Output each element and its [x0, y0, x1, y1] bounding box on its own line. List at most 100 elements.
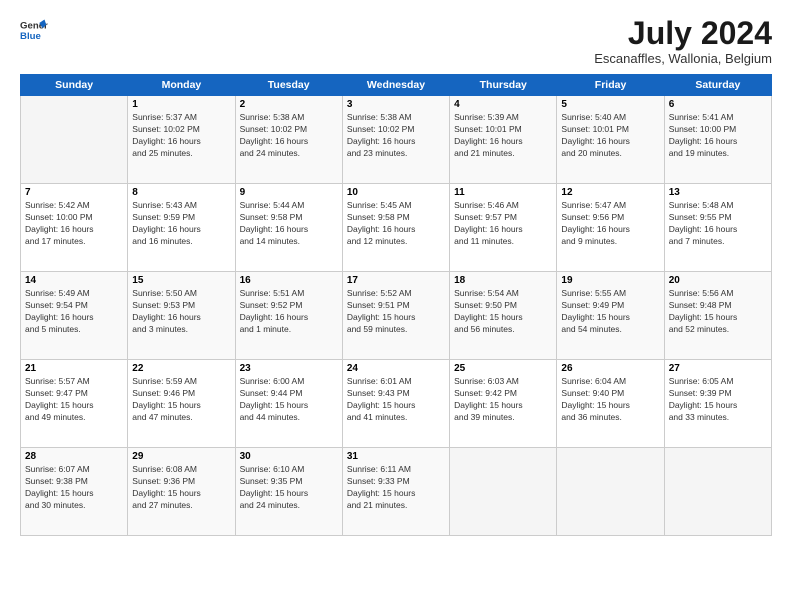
day-number: 6 — [669, 99, 767, 110]
day-info: Sunrise: 5:57 AM Sunset: 9:47 PM Dayligh… — [25, 376, 123, 424]
day-number: 31 — [347, 451, 445, 462]
day-number: 20 — [669, 275, 767, 286]
table-row: 5Sunrise: 5:40 AM Sunset: 10:01 PM Dayli… — [557, 96, 664, 184]
logo: General Blue — [20, 16, 48, 44]
day-info: Sunrise: 5:44 AM Sunset: 9:58 PM Dayligh… — [240, 200, 338, 248]
table-row: 7 Sunrise: 5:42 AM Sunset: 10:00 PM Dayli… — [21, 184, 128, 272]
col-saturday: Saturday — [664, 75, 771, 96]
table-row — [557, 448, 664, 536]
day-number: 18 — [454, 275, 552, 286]
day-number: 1 — [132, 99, 230, 110]
day-info: Sunrise: 5:46 AM Sunset: 9:57 PM Dayligh… — [454, 200, 552, 248]
table-row: 24 Sunrise: 6:01 AM Sunset: 9:43 PM Dayli… — [342, 360, 449, 448]
calendar-header-row: Sunday Monday Tuesday Wednesday Thursday… — [21, 75, 772, 96]
day-info: Sunrise: 5:43 AM Sunset: 9:59 PM Dayligh… — [132, 200, 230, 248]
day-info: Sunrise: 6:08 AM Sunset: 9:36 PM Dayligh… — [132, 464, 230, 512]
col-thursday: Thursday — [450, 75, 557, 96]
day-number: 26 — [561, 363, 659, 374]
table-row: 4Sunrise: 5:39 AM Sunset: 10:01 PM Dayli… — [450, 96, 557, 184]
day-info: Sunrise: 5:56 AM Sunset: 9:48 PM Dayligh… — [669, 288, 767, 336]
logo-icon: General Blue — [20, 16, 48, 44]
table-row: 21Sunrise: 5:57 AM Sunset: 9:47 PM Dayli… — [21, 360, 128, 448]
table-row — [664, 448, 771, 536]
location: Escanaffles, Wallonia, Belgium — [594, 51, 772, 66]
table-row: 19 Sunrise: 5:55 AM Sunset: 9:49 PM Dayli… — [557, 272, 664, 360]
day-number: 13 — [669, 187, 767, 198]
table-row: 2 Sunrise: 5:38 AM Sunset: 10:02 PM Dayli… — [235, 96, 342, 184]
calendar-week-row: 7 Sunrise: 5:42 AM Sunset: 10:00 PM Dayli… — [21, 184, 772, 272]
table-row: 8 Sunrise: 5:43 AM Sunset: 9:59 PM Daylig… — [128, 184, 235, 272]
col-monday: Monday — [128, 75, 235, 96]
table-row: 11 Sunrise: 5:46 AM Sunset: 9:57 PM Dayli… — [450, 184, 557, 272]
day-info: Sunrise: 5:47 AM Sunset: 9:56 PM Dayligh… — [561, 200, 659, 248]
day-info: Sunrise: 5:52 AM Sunset: 9:51 PM Dayligh… — [347, 288, 445, 336]
table-row: 20 Sunrise: 5:56 AM Sunset: 9:48 PM Dayli… — [664, 272, 771, 360]
day-info: Sunrise: 6:05 AM Sunset: 9:39 PM Dayligh… — [669, 376, 767, 424]
table-row: 3Sunrise: 5:38 AM Sunset: 10:02 PM Dayli… — [342, 96, 449, 184]
day-info: Sunrise: 6:00 AM Sunset: 9:44 PM Dayligh… — [240, 376, 338, 424]
day-number: 22 — [132, 363, 230, 374]
table-row: 16 Sunrise: 5:51 AM Sunset: 9:52 PM Dayli… — [235, 272, 342, 360]
header: General Blue July 2024 Escanaffles, Wall… — [20, 16, 772, 66]
day-number: 11 — [454, 187, 552, 198]
table-row: 25 Sunrise: 6:03 AM Sunset: 9:42 PM Dayli… — [450, 360, 557, 448]
table-row: 14Sunrise: 5:49 AM Sunset: 9:54 PM Dayli… — [21, 272, 128, 360]
col-sunday: Sunday — [21, 75, 128, 96]
table-row: 27 Sunrise: 6:05 AM Sunset: 9:39 PM Dayli… — [664, 360, 771, 448]
table-row: 12 Sunrise: 5:47 AM Sunset: 9:56 PM Dayli… — [557, 184, 664, 272]
calendar-table: Sunday Monday Tuesday Wednesday Thursday… — [20, 74, 772, 536]
day-number: 10 — [347, 187, 445, 198]
day-info: Sunrise: 5:38 AM Sunset: 10:02 PM Daylig… — [240, 112, 338, 160]
day-number: 7 — [25, 187, 123, 198]
day-number: 4 — [454, 99, 552, 110]
day-number: 2 — [240, 99, 338, 110]
title-block: July 2024 Escanaffles, Wallonia, Belgium — [594, 16, 772, 66]
day-number: 16 — [240, 275, 338, 286]
day-number: 23 — [240, 363, 338, 374]
table-row: 17 Sunrise: 5:52 AM Sunset: 9:51 PM Dayli… — [342, 272, 449, 360]
table-row — [450, 448, 557, 536]
table-row: 6 Sunrise: 5:41 AM Sunset: 10:00 PM Dayli… — [664, 96, 771, 184]
day-info: Sunrise: 5:48 AM Sunset: 9:55 PM Dayligh… — [669, 200, 767, 248]
day-info: Sunrise: 6:03 AM Sunset: 9:42 PM Dayligh… — [454, 376, 552, 424]
day-info: Sunrise: 5:50 AM Sunset: 9:53 PM Dayligh… — [132, 288, 230, 336]
calendar-week-row: 1 Sunrise: 5:37 AM Sunset: 10:02 PM Dayli… — [21, 96, 772, 184]
day-info: Sunrise: 5:55 AM Sunset: 9:49 PM Dayligh… — [561, 288, 659, 336]
day-number: 29 — [132, 451, 230, 462]
calendar-week-row: 14Sunrise: 5:49 AM Sunset: 9:54 PM Dayli… — [21, 272, 772, 360]
day-info: Sunrise: 6:10 AM Sunset: 9:35 PM Dayligh… — [240, 464, 338, 512]
table-row — [21, 96, 128, 184]
day-info: Sunrise: 6:11 AM Sunset: 9:33 PM Dayligh… — [347, 464, 445, 512]
day-number: 27 — [669, 363, 767, 374]
day-number: 24 — [347, 363, 445, 374]
table-row: 23 Sunrise: 6:00 AM Sunset: 9:44 PM Dayli… — [235, 360, 342, 448]
day-info: Sunrise: 5:41 AM Sunset: 10:00 PM Daylig… — [669, 112, 767, 160]
table-row: 1 Sunrise: 5:37 AM Sunset: 10:02 PM Dayli… — [128, 96, 235, 184]
day-number: 17 — [347, 275, 445, 286]
table-row: 31 Sunrise: 6:11 AM Sunset: 9:33 PM Dayli… — [342, 448, 449, 536]
day-info: Sunrise: 5:59 AM Sunset: 9:46 PM Dayligh… — [132, 376, 230, 424]
day-info: Sunrise: 5:51 AM Sunset: 9:52 PM Dayligh… — [240, 288, 338, 336]
day-number: 12 — [561, 187, 659, 198]
col-wednesday: Wednesday — [342, 75, 449, 96]
day-info: Sunrise: 6:01 AM Sunset: 9:43 PM Dayligh… — [347, 376, 445, 424]
table-row: 26Sunrise: 6:04 AM Sunset: 9:40 PM Dayli… — [557, 360, 664, 448]
table-row: 28 Sunrise: 6:07 AM Sunset: 9:38 PM Dayli… — [21, 448, 128, 536]
day-number: 25 — [454, 363, 552, 374]
day-number: 5 — [561, 99, 659, 110]
page: General Blue July 2024 Escanaffles, Wall… — [0, 0, 792, 612]
table-row: 15Sunrise: 5:50 AM Sunset: 9:53 PM Dayli… — [128, 272, 235, 360]
col-tuesday: Tuesday — [235, 75, 342, 96]
day-info: Sunrise: 5:45 AM Sunset: 9:58 PM Dayligh… — [347, 200, 445, 248]
day-info: Sunrise: 6:07 AM Sunset: 9:38 PM Dayligh… — [25, 464, 123, 512]
day-number: 19 — [561, 275, 659, 286]
day-info: Sunrise: 5:37 AM Sunset: 10:02 PM Daylig… — [132, 112, 230, 160]
calendar-week-row: 28 Sunrise: 6:07 AM Sunset: 9:38 PM Dayli… — [21, 448, 772, 536]
day-number: 8 — [132, 187, 230, 198]
table-row: 30Sunrise: 6:10 AM Sunset: 9:35 PM Dayli… — [235, 448, 342, 536]
day-number: 28 — [25, 451, 123, 462]
day-info: Sunrise: 5:54 AM Sunset: 9:50 PM Dayligh… — [454, 288, 552, 336]
day-info: Sunrise: 5:42 AM Sunset: 10:00 PM Daylig… — [25, 200, 123, 248]
day-number: 14 — [25, 275, 123, 286]
table-row: 13 Sunrise: 5:48 AM Sunset: 9:55 PM Dayli… — [664, 184, 771, 272]
